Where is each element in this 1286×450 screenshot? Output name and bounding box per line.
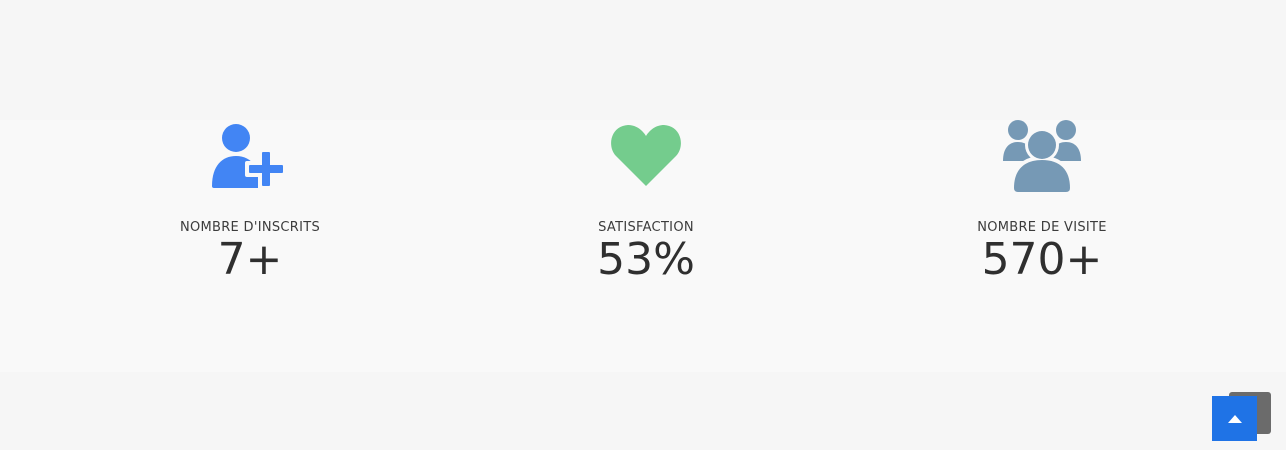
stat-label: NOMBRE D'INSCRITS bbox=[179, 220, 321, 235]
caret-up-icon bbox=[1227, 414, 1242, 423]
stat-label: SATISFACTION bbox=[598, 220, 694, 235]
stat-value: 570+ bbox=[981, 234, 1103, 285]
users-group-icon bbox=[1003, 120, 1081, 192]
user-plus-icon bbox=[212, 124, 287, 190]
heart-icon bbox=[611, 125, 681, 186]
scroll-to-top-button[interactable] bbox=[1212, 396, 1257, 441]
stat-label: NOMBRE DE VISITE bbox=[977, 220, 1107, 235]
stat-value: 7+ bbox=[217, 234, 283, 285]
stat-value: 53% bbox=[597, 234, 695, 285]
stats-section: NOMBRE D'INSCRITS 7+ SATISFACTION 53% NO… bbox=[0, 120, 1286, 372]
